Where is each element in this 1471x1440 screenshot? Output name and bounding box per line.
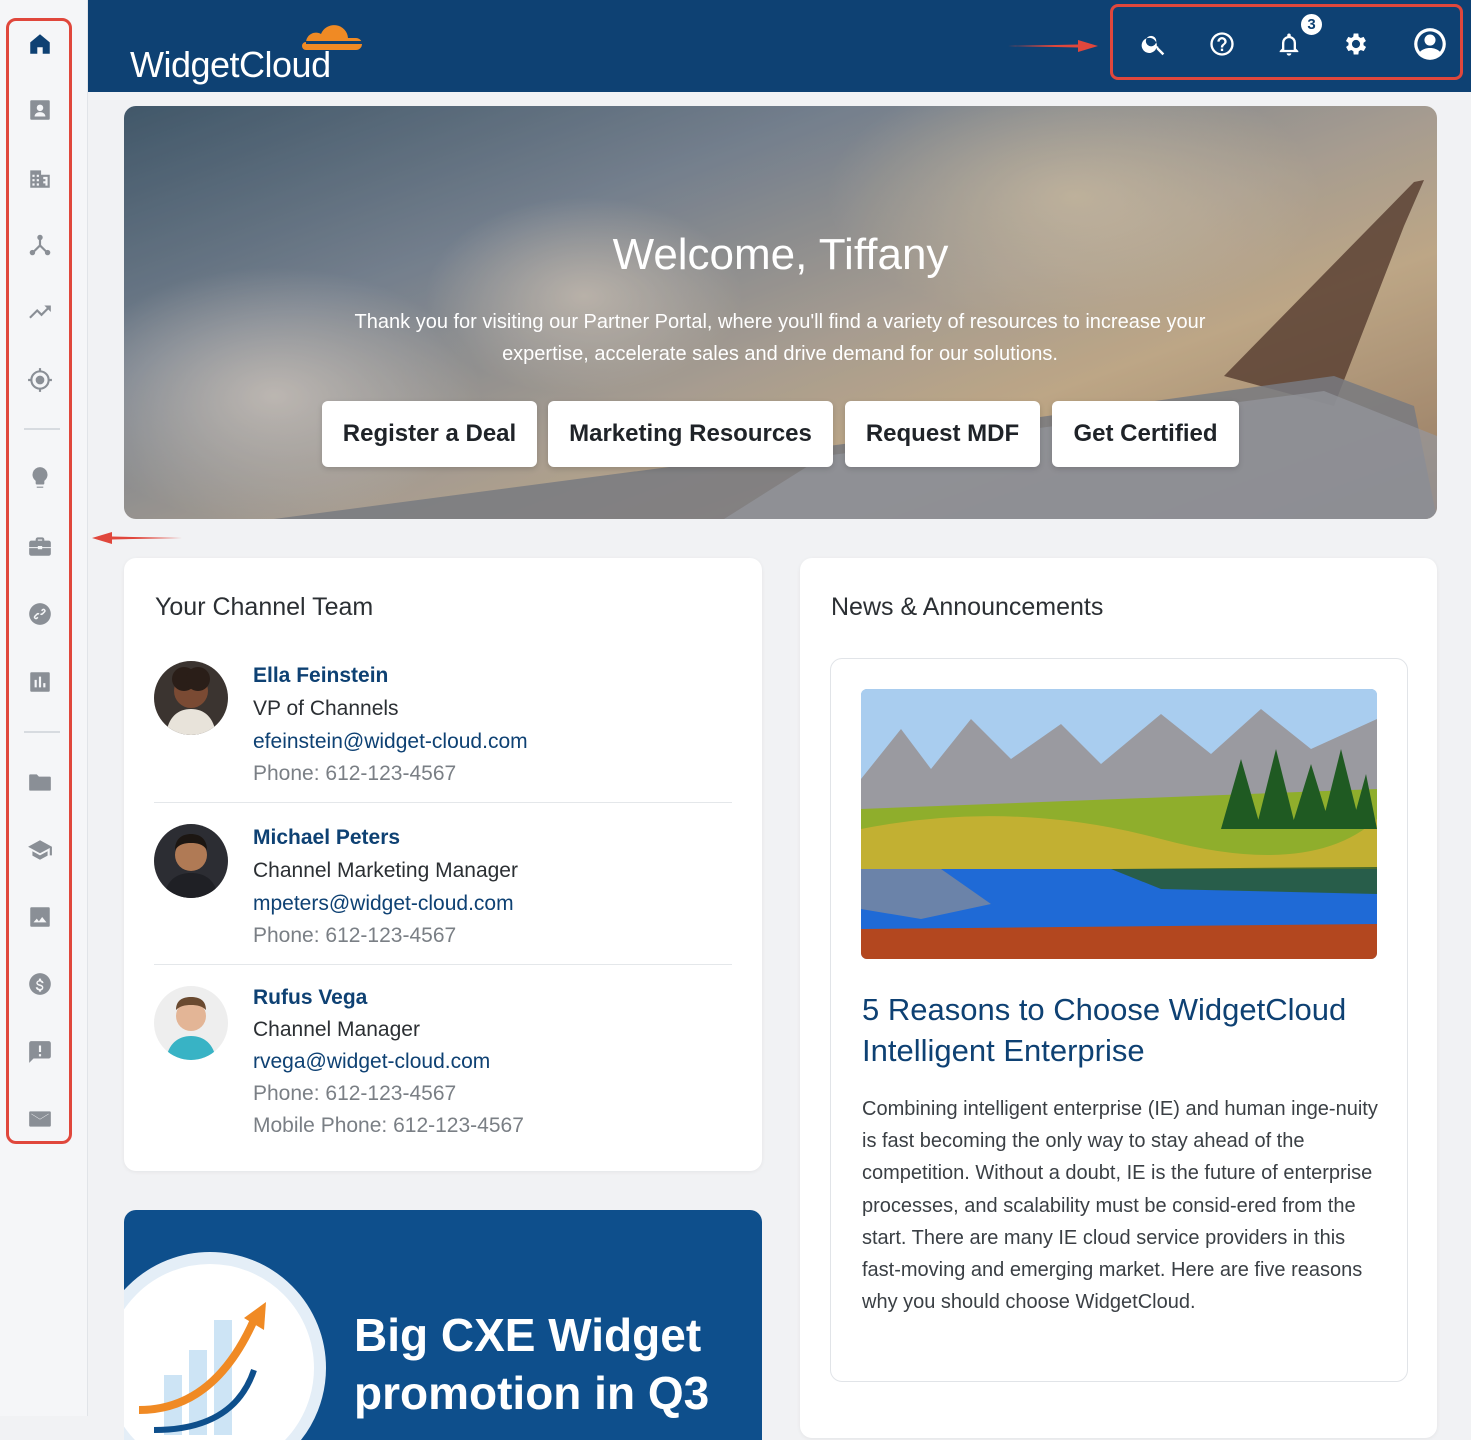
get-certified-button[interactable]: Get Certified — [1052, 401, 1239, 467]
team-member: Michael Peters Channel Marketing Manager… — [154, 824, 732, 964]
member-name[interactable]: Michael Peters — [253, 826, 400, 850]
feedback-icon[interactable] — [24, 1036, 56, 1068]
news-headline-link[interactable]: 5 Reasons to Choose WidgetCloud Intellig… — [862, 989, 1382, 1071]
sidebar-divider — [24, 428, 60, 430]
news-card: News & Announcements 5 Reasons to Choose… — [800, 558, 1437, 1438]
avatar — [154, 824, 228, 898]
gear-icon[interactable] — [1338, 26, 1374, 62]
channel-team-card: Your Channel Team Ella Feinstein VP of C… — [124, 558, 762, 1171]
member-phone: Phone: 612-123-4567 — [253, 924, 457, 947]
bar-chart-icon[interactable] — [24, 666, 56, 698]
hierarchy-icon[interactable] — [24, 229, 56, 261]
help-icon[interactable] — [1204, 26, 1240, 62]
request-mdf-button[interactable]: Request MDF — [845, 401, 1040, 467]
annotation-arrow — [1008, 40, 1098, 52]
home-icon[interactable] — [24, 28, 56, 60]
marketing-resources-button[interactable]: Marketing Resources — [548, 401, 833, 467]
member-name[interactable]: Ella Feinstein — [253, 664, 388, 688]
annotation-arrow — [92, 532, 182, 544]
brand-name: WidgetCloud — [130, 44, 331, 85]
contact-card-icon[interactable] — [24, 94, 56, 126]
avatar — [154, 986, 228, 1060]
building-icon[interactable] — [24, 162, 56, 194]
member-email-link[interactable]: rvega@widget-cloud.com — [253, 1050, 490, 1074]
hero-subtitle: Thank you for visiting our Partner Porta… — [354, 311, 1206, 365]
avatar — [154, 661, 228, 735]
member-role: VP of Channels — [253, 697, 399, 720]
member-phone: Phone: 612-123-4567 — [253, 762, 457, 785]
account-icon[interactable] — [1410, 24, 1450, 64]
divider — [154, 964, 732, 965]
folder-icon[interactable] — [24, 766, 56, 798]
member-email-link[interactable]: mpeters@widget-cloud.com — [253, 892, 514, 916]
dollar-icon[interactable] — [24, 968, 56, 1000]
sidebar — [0, 0, 88, 1416]
hero-title: Welcome, Tiffany — [612, 230, 949, 279]
welcome-hero-banner: Welcome, Tiffany Thank you for visiting … — [124, 106, 1437, 519]
briefcase-icon[interactable] — [24, 530, 56, 562]
promo-banner[interactable]: Big CXE Widget promotion in Q3 — [124, 1210, 762, 1440]
top-header: WidgetCloud 3 — [88, 0, 1471, 92]
news-body-text: Combining intelligent enterprise (IE) an… — [862, 1098, 1378, 1314]
news-title: News & Announcements — [831, 593, 1104, 621]
notification-count-badge: 3 — [1299, 12, 1324, 37]
link-icon[interactable] — [24, 598, 56, 630]
image-icon[interactable] — [24, 901, 56, 933]
mountain-lake-image — [861, 689, 1377, 959]
member-name[interactable]: Rufus Vega — [253, 986, 367, 1010]
member-mobile-phone: Mobile Phone: 612-123-4567 — [253, 1114, 524, 1137]
graduation-cap-icon[interactable] — [24, 834, 56, 866]
channel-team-title: Your Channel Team — [155, 593, 374, 621]
member-role: Channel Manager — [253, 1018, 420, 1041]
member-role: Channel Marketing Manager — [253, 859, 518, 882]
register-deal-button[interactable]: Register a Deal — [322, 401, 537, 467]
target-icon[interactable] — [24, 364, 56, 396]
divider — [154, 802, 732, 803]
search-icon[interactable] — [1136, 26, 1172, 62]
growth-chart-icon — [138, 1302, 266, 1435]
mail-icon[interactable] — [24, 1103, 56, 1135]
lightbulb-icon[interactable] — [24, 462, 56, 494]
team-member: Ella Feinstein VP of Channels efeinstein… — [154, 661, 732, 801]
promo-text: Big CXE Widget promotion in Q3 — [354, 1309, 710, 1419]
trending-up-icon[interactable] — [24, 296, 56, 328]
sidebar-divider — [24, 731, 60, 733]
member-phone: Phone: 612-123-4567 — [253, 1082, 457, 1105]
team-member: Rufus Vega Channel Manager rvega@widget-… — [154, 986, 732, 1156]
news-article-card[interactable]: 5 Reasons to Choose WidgetCloud Intellig… — [830, 658, 1408, 1382]
member-email-link[interactable]: efeinstein@widget-cloud.com — [253, 730, 528, 754]
